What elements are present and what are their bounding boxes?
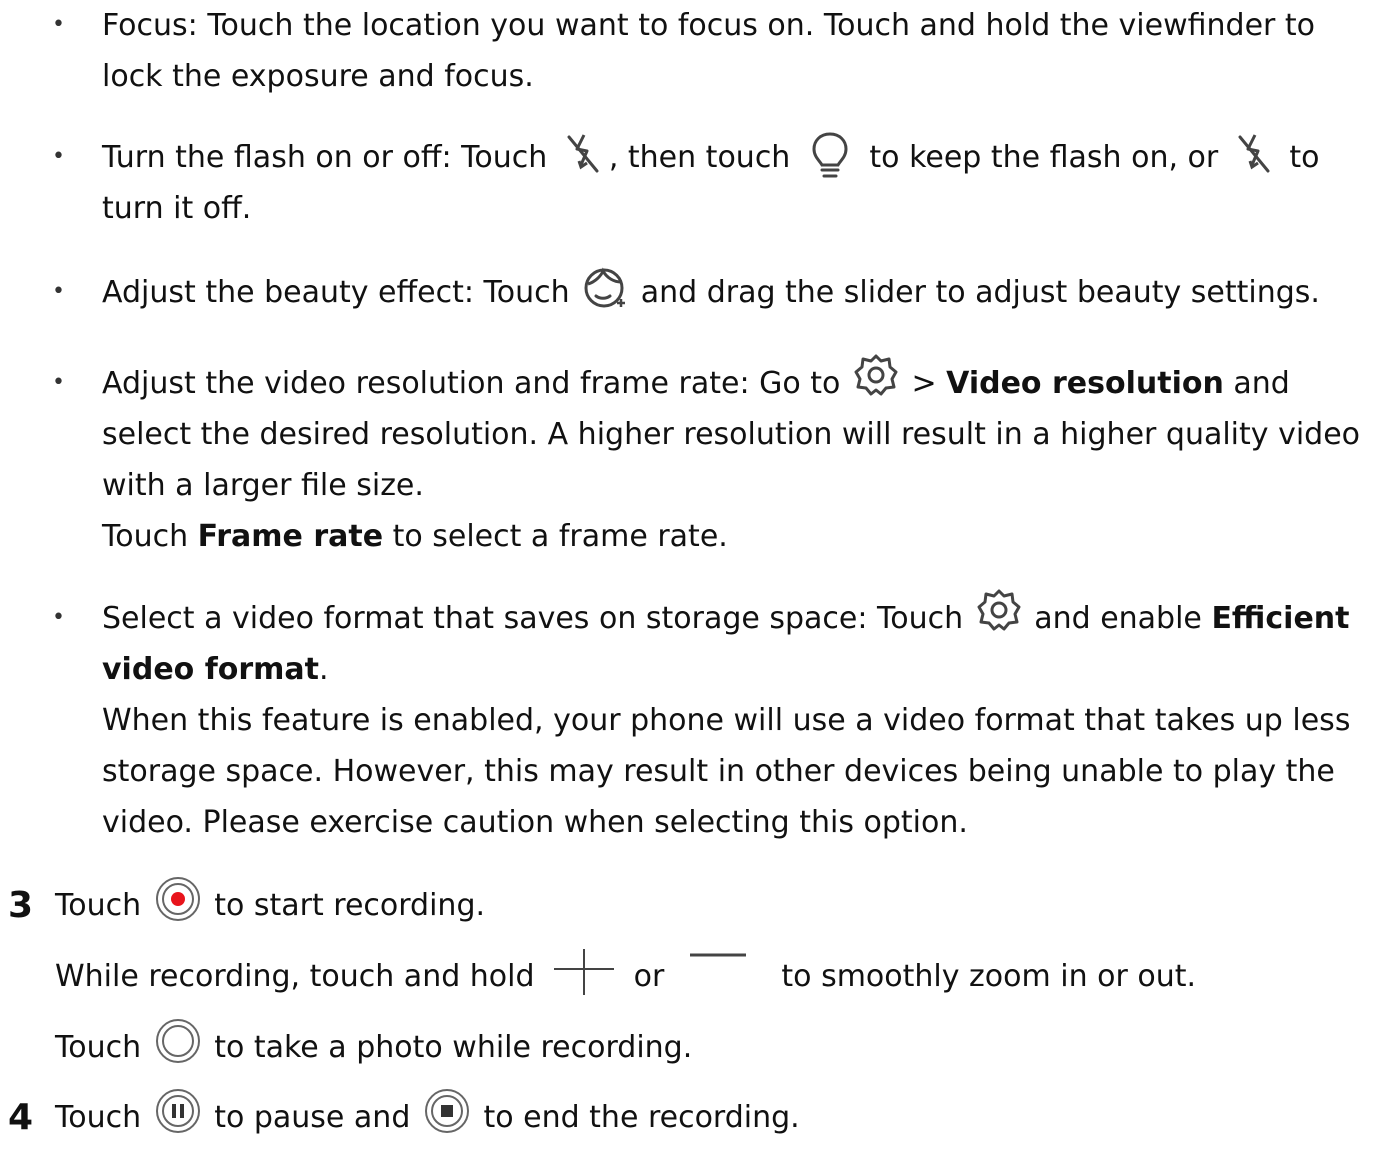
resolution-text-1: Adjust the video resolution and frame ra…	[102, 366, 841, 401]
flash-text-3: to keep the flash on, or	[869, 140, 1219, 175]
bullet-dot: •	[52, 370, 65, 395]
step-text: or	[633, 959, 665, 994]
bullet-text: Turn the flash on or off: Touch , then t…	[102, 131, 1377, 234]
pause-icon	[155, 1088, 201, 1134]
bullet-dot: •	[52, 605, 65, 630]
bullet-text: Adjust the beauty effect: Touch and drag…	[102, 267, 1377, 318]
format-text-3: .	[319, 652, 329, 687]
focus-text: Focus: Touch the location you want to fo…	[102, 8, 1316, 94]
step-text: Touch	[55, 888, 142, 923]
step-text: to pause and	[214, 1100, 411, 1135]
resolution-text-4: Touch	[102, 519, 189, 554]
beauty-face-icon	[583, 266, 627, 310]
bullet-dot: •	[52, 279, 65, 304]
resolution-text-2: >	[911, 366, 937, 401]
step-number: 3	[8, 885, 34, 926]
plus-icon	[552, 947, 616, 997]
format-text-2: and enable	[1034, 601, 1202, 636]
bullet-dot: •	[52, 12, 65, 37]
flash-off-icon	[1234, 131, 1274, 175]
bullet-dot: •	[52, 144, 65, 169]
gear-icon	[977, 588, 1021, 632]
step-line: While recording, touch and hold or to sm…	[55, 948, 1375, 1003]
step-number: 4	[8, 1097, 34, 1138]
step-line: Touch to start recording.	[55, 876, 1375, 931]
bullet-text: Adjust the video resolution and frame ra…	[102, 354, 1377, 562]
step-text: to smoothly zoom in or out.	[781, 959, 1197, 994]
flash-text-2: , then touch	[608, 140, 791, 175]
step-text: to take a photo while recording.	[214, 1030, 693, 1065]
format-text-1: Select a video format that saves on stor…	[102, 601, 964, 636]
step-text: Touch	[55, 1100, 142, 1135]
record-button-icon	[155, 876, 201, 922]
bullet-text: Focus: Touch the location you want to fo…	[102, 0, 1377, 102]
bullet-text: Select a video format that saves on stor…	[102, 589, 1377, 848]
video-resolution-label: Video resolution	[946, 366, 1224, 401]
beauty-text-2: and drag the slider to adjust beauty set…	[640, 275, 1320, 310]
resolution-text-5: to select a frame rate.	[392, 519, 728, 554]
stop-icon	[424, 1088, 470, 1134]
step-text: While recording, touch and hold	[55, 959, 535, 994]
format-text-4: When this feature is enabled, your phone…	[102, 703, 1351, 840]
step-line: Touch to pause and to end the recording.	[55, 1088, 1375, 1143]
step-line: Touch to take a photo while recording.	[55, 1018, 1375, 1073]
frame-rate-label: Frame rate	[197, 519, 384, 554]
flash-text-5: turn it off.	[102, 191, 252, 226]
gear-icon	[854, 353, 898, 397]
bulb-icon	[810, 131, 850, 179]
flash-text-1: Turn the flash on or off: Touch	[102, 140, 548, 175]
step-text: to start recording.	[214, 888, 486, 923]
step-text: Touch	[55, 1030, 142, 1065]
step-text: to end the recording.	[483, 1100, 800, 1135]
beauty-text-1: Adjust the beauty effect: Touch	[102, 275, 570, 310]
shutter-icon	[155, 1018, 201, 1064]
minus-icon	[688, 947, 748, 997]
flash-text-4: to	[1289, 140, 1320, 175]
flash-off-icon	[563, 131, 603, 175]
